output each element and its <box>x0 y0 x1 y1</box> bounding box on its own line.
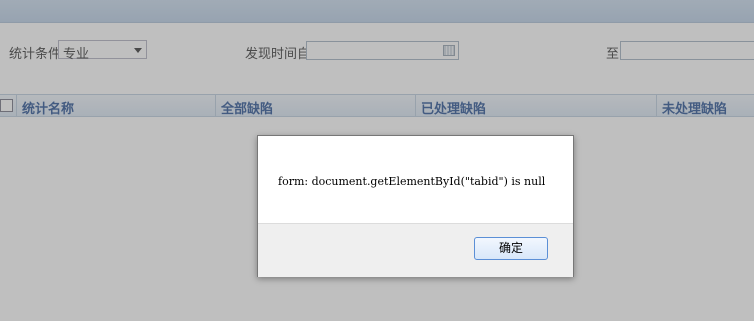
page: 统计条件 专业 发现时间自 至 统计名称 全部缺陷 已处理缺陷 未处理缺陷 fo… <box>0 0 754 321</box>
ok-button[interactable]: 确定 <box>474 237 548 260</box>
alert-footer: 确定 <box>258 223 573 277</box>
alert-dialog: form: document.getElementById("tabid") i… <box>257 135 574 277</box>
alert-message: form: document.getElementById("tabid") i… <box>278 175 546 188</box>
